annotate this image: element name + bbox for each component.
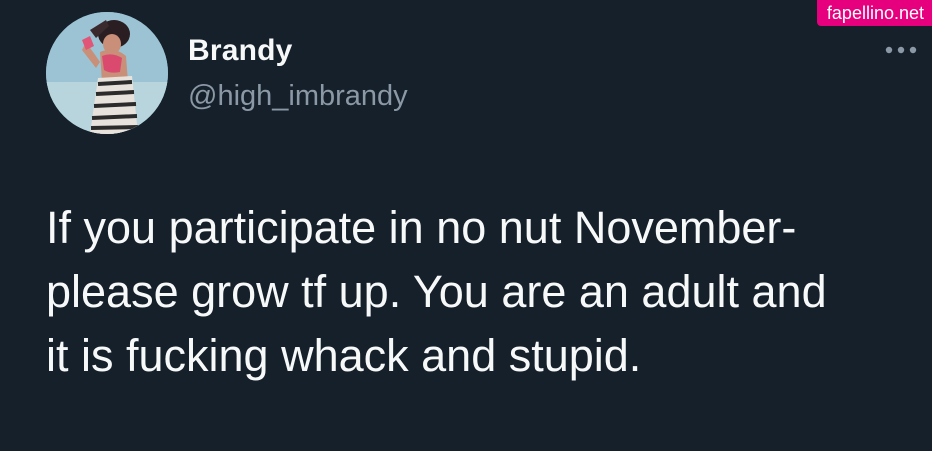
- avatar[interactable]: [46, 12, 168, 134]
- more-horizontal-icon: [885, 46, 917, 54]
- tweet-text: If you participate in no nut November- p…: [46, 202, 827, 381]
- watermark: fapellino.net: [816, 0, 932, 26]
- user-handle[interactable]: @high_imbrandy: [188, 80, 408, 113]
- avatar-image: [46, 12, 168, 134]
- tweet-card: Brandy @high_imbrandy If you participate…: [0, 0, 932, 451]
- display-name[interactable]: Brandy: [188, 34, 293, 68]
- more-options-button[interactable]: [878, 36, 924, 64]
